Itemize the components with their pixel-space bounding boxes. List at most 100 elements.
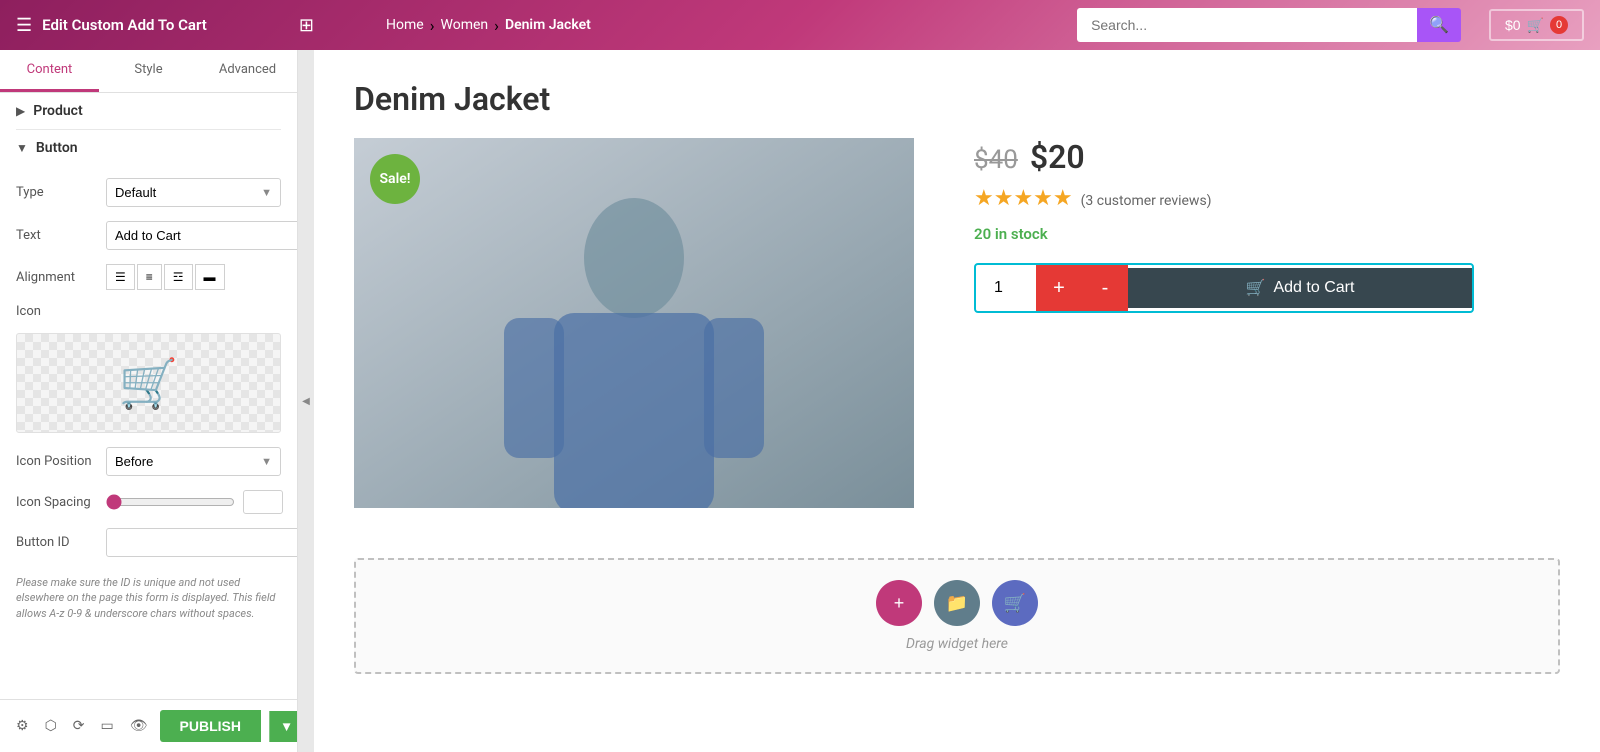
- tab-style[interactable]: Style: [99, 50, 198, 92]
- button-id-help-text: Please make sure the ID is unique and no…: [16, 571, 281, 629]
- button-id-input-wrap: ☰: [106, 528, 298, 557]
- publish-button[interactable]: PUBLISH: [160, 710, 261, 742]
- align-left-button[interactable]: ☰: [106, 264, 135, 290]
- type-select-wrap: Default Custom ▼: [106, 178, 281, 207]
- hamburger-icon[interactable]: ☰: [16, 15, 32, 36]
- button-id-row: Button ID ☰: [16, 528, 281, 557]
- search-input[interactable]: [1077, 8, 1417, 42]
- panel-tabs: Content Style Advanced: [0, 50, 297, 93]
- alignment-buttons: ☰ ≡ ☲ ▬: [106, 264, 225, 290]
- type-select-arrow-icon: ▼: [253, 180, 280, 205]
- cart-button[interactable]: $0 🛒 0: [1489, 9, 1584, 41]
- grid-icon[interactable]: ⊞: [299, 15, 314, 36]
- collapse-handle[interactable]: ◀: [298, 50, 314, 752]
- drop-zone: + 📁 🛒 Drag widget here: [354, 558, 1560, 674]
- add-widget-button[interactable]: +: [876, 580, 922, 626]
- breadcrumb: Home › Women › Denim Jacket: [326, 16, 1065, 35]
- align-right-button[interactable]: ☲: [164, 264, 193, 290]
- tab-advanced[interactable]: Advanced: [198, 50, 297, 92]
- button-form-body: Type Default Custom ▼ Text: [0, 166, 297, 641]
- icon-spacing-slider[interactable]: [106, 494, 235, 510]
- product-image-wrap: Sale! 🔍: [354, 138, 914, 508]
- icon-position-select-wrap: Before After ▼: [106, 447, 281, 476]
- stars-row: ★★★★★ (3 customer reviews): [974, 186, 1560, 215]
- align-center-button[interactable]: ≡: [137, 264, 162, 290]
- cart-widget-button[interactable]: 🛒: [992, 580, 1038, 626]
- product-title: Denim Jacket: [354, 80, 1560, 118]
- top-bar-left: ☰ Edit Custom Add To Cart ⊞: [16, 15, 314, 36]
- icon-position-row: Icon Position Before After ▼: [16, 447, 281, 476]
- search-button[interactable]: 🔍: [1417, 8, 1461, 42]
- icon-position-select[interactable]: Before After: [107, 448, 253, 475]
- publish-dropdown-button[interactable]: ▼: [269, 711, 298, 742]
- settings-icon[interactable]: ⚙: [12, 714, 33, 738]
- price-area: $40 $20: [974, 138, 1560, 176]
- quantity-plus-button[interactable]: +: [1036, 265, 1082, 311]
- page-title: Edit Custom Add To Cart: [42, 16, 289, 34]
- slider-wrap: [106, 490, 283, 514]
- icon-spacing-control: [106, 490, 283, 514]
- icon-position-label: Icon Position: [16, 454, 106, 469]
- text-label: Text: [16, 228, 106, 243]
- align-justify-button[interactable]: ▬: [195, 264, 225, 290]
- reviews-count: (3 customer reviews): [1081, 193, 1212, 209]
- eye-icon[interactable]: 👁: [126, 714, 152, 738]
- text-input[interactable]: [107, 222, 298, 249]
- main-layout: Content Style Advanced ▶ Product ▼ Butto…: [0, 50, 1600, 752]
- search-input-wrap: 🔍: [1077, 8, 1461, 42]
- icon-label: Icon: [16, 304, 106, 319]
- drop-zone-text: Drag widget here: [906, 636, 1008, 652]
- quantity-minus-button[interactable]: -: [1082, 265, 1128, 311]
- layers-icon[interactable]: ⬡: [41, 714, 61, 738]
- cart-area: $0 🛒 0: [1489, 9, 1584, 41]
- cart-icon-preview: 🛒: [119, 355, 179, 412]
- tab-content[interactable]: Content: [0, 50, 99, 92]
- top-bar: ☰ Edit Custom Add To Cart ⊞ Home › Women…: [0, 0, 1600, 50]
- product-layout: Sale! 🔍: [354, 138, 1560, 508]
- folder-button[interactable]: 📁: [934, 580, 980, 626]
- product-section-title: Product: [33, 103, 82, 119]
- icon-spacing-value[interactable]: [243, 490, 283, 514]
- alignment-control: ☰ ≡ ☲ ▬: [106, 264, 281, 290]
- breadcrumb-sep-2: ›: [494, 16, 499, 35]
- new-price: $20: [1030, 138, 1085, 176]
- alignment-row: Alignment ☰ ≡ ☲ ▬: [16, 264, 281, 290]
- bottom-bar: ⚙ ⬡ ⟳ ▭ 👁 PUBLISH ▼: [0, 699, 297, 752]
- button-id-label: Button ID: [16, 535, 106, 550]
- breadcrumb-current: Denim Jacket: [505, 17, 591, 33]
- add-to-cart-button[interactable]: 🛒 Add to Cart: [1128, 268, 1472, 308]
- cart-price: $0: [1505, 17, 1521, 33]
- cart-badge: 0: [1550, 16, 1568, 34]
- breadcrumb-sep-1: ›: [430, 16, 435, 35]
- drop-zone-actions: + 📁 🛒: [876, 580, 1038, 626]
- sale-badge: Sale!: [370, 154, 420, 204]
- type-select[interactable]: Default Custom: [107, 179, 253, 206]
- button-id-input[interactable]: [107, 529, 298, 556]
- icon-label-row: Icon: [16, 304, 281, 319]
- cart-btn-label: Add to Cart: [1273, 279, 1354, 297]
- product-image: [354, 138, 914, 508]
- product-section-header[interactable]: ▶ Product: [0, 93, 297, 129]
- button-section-header[interactable]: ▼ Button: [0, 130, 297, 166]
- product-image-svg: [354, 138, 914, 508]
- type-label: Type: [16, 185, 106, 200]
- cart-icon: 🛒: [1527, 17, 1544, 34]
- breadcrumb-home[interactable]: Home: [386, 17, 424, 33]
- product-info: $40 $20 ★★★★★ (3 customer reviews) 20 in…: [974, 138, 1560, 313]
- history-icon[interactable]: ⟳: [69, 714, 89, 738]
- button-section-title: Button: [36, 140, 78, 156]
- button-section-arrow: ▼: [16, 141, 28, 155]
- plus-icon: +: [894, 593, 905, 614]
- icon-position-arrow-icon: ▼: [253, 449, 280, 474]
- quantity-input[interactable]: [976, 269, 1036, 307]
- search-area: 🔍: [1077, 8, 1461, 42]
- monitor-icon[interactable]: ▭: [97, 714, 118, 738]
- left-panel: Content Style Advanced ▶ Product ▼ Butto…: [0, 50, 298, 752]
- text-control: ☰: [106, 221, 298, 250]
- breadcrumb-women[interactable]: Women: [441, 17, 489, 33]
- button-id-control: ☰: [106, 528, 298, 557]
- type-row: Type Default Custom ▼: [16, 178, 281, 207]
- product-page: Denim Jacket Sale! 🔍: [314, 50, 1600, 538]
- text-input-wrap: ☰: [106, 221, 298, 250]
- old-price: $40: [974, 145, 1018, 175]
